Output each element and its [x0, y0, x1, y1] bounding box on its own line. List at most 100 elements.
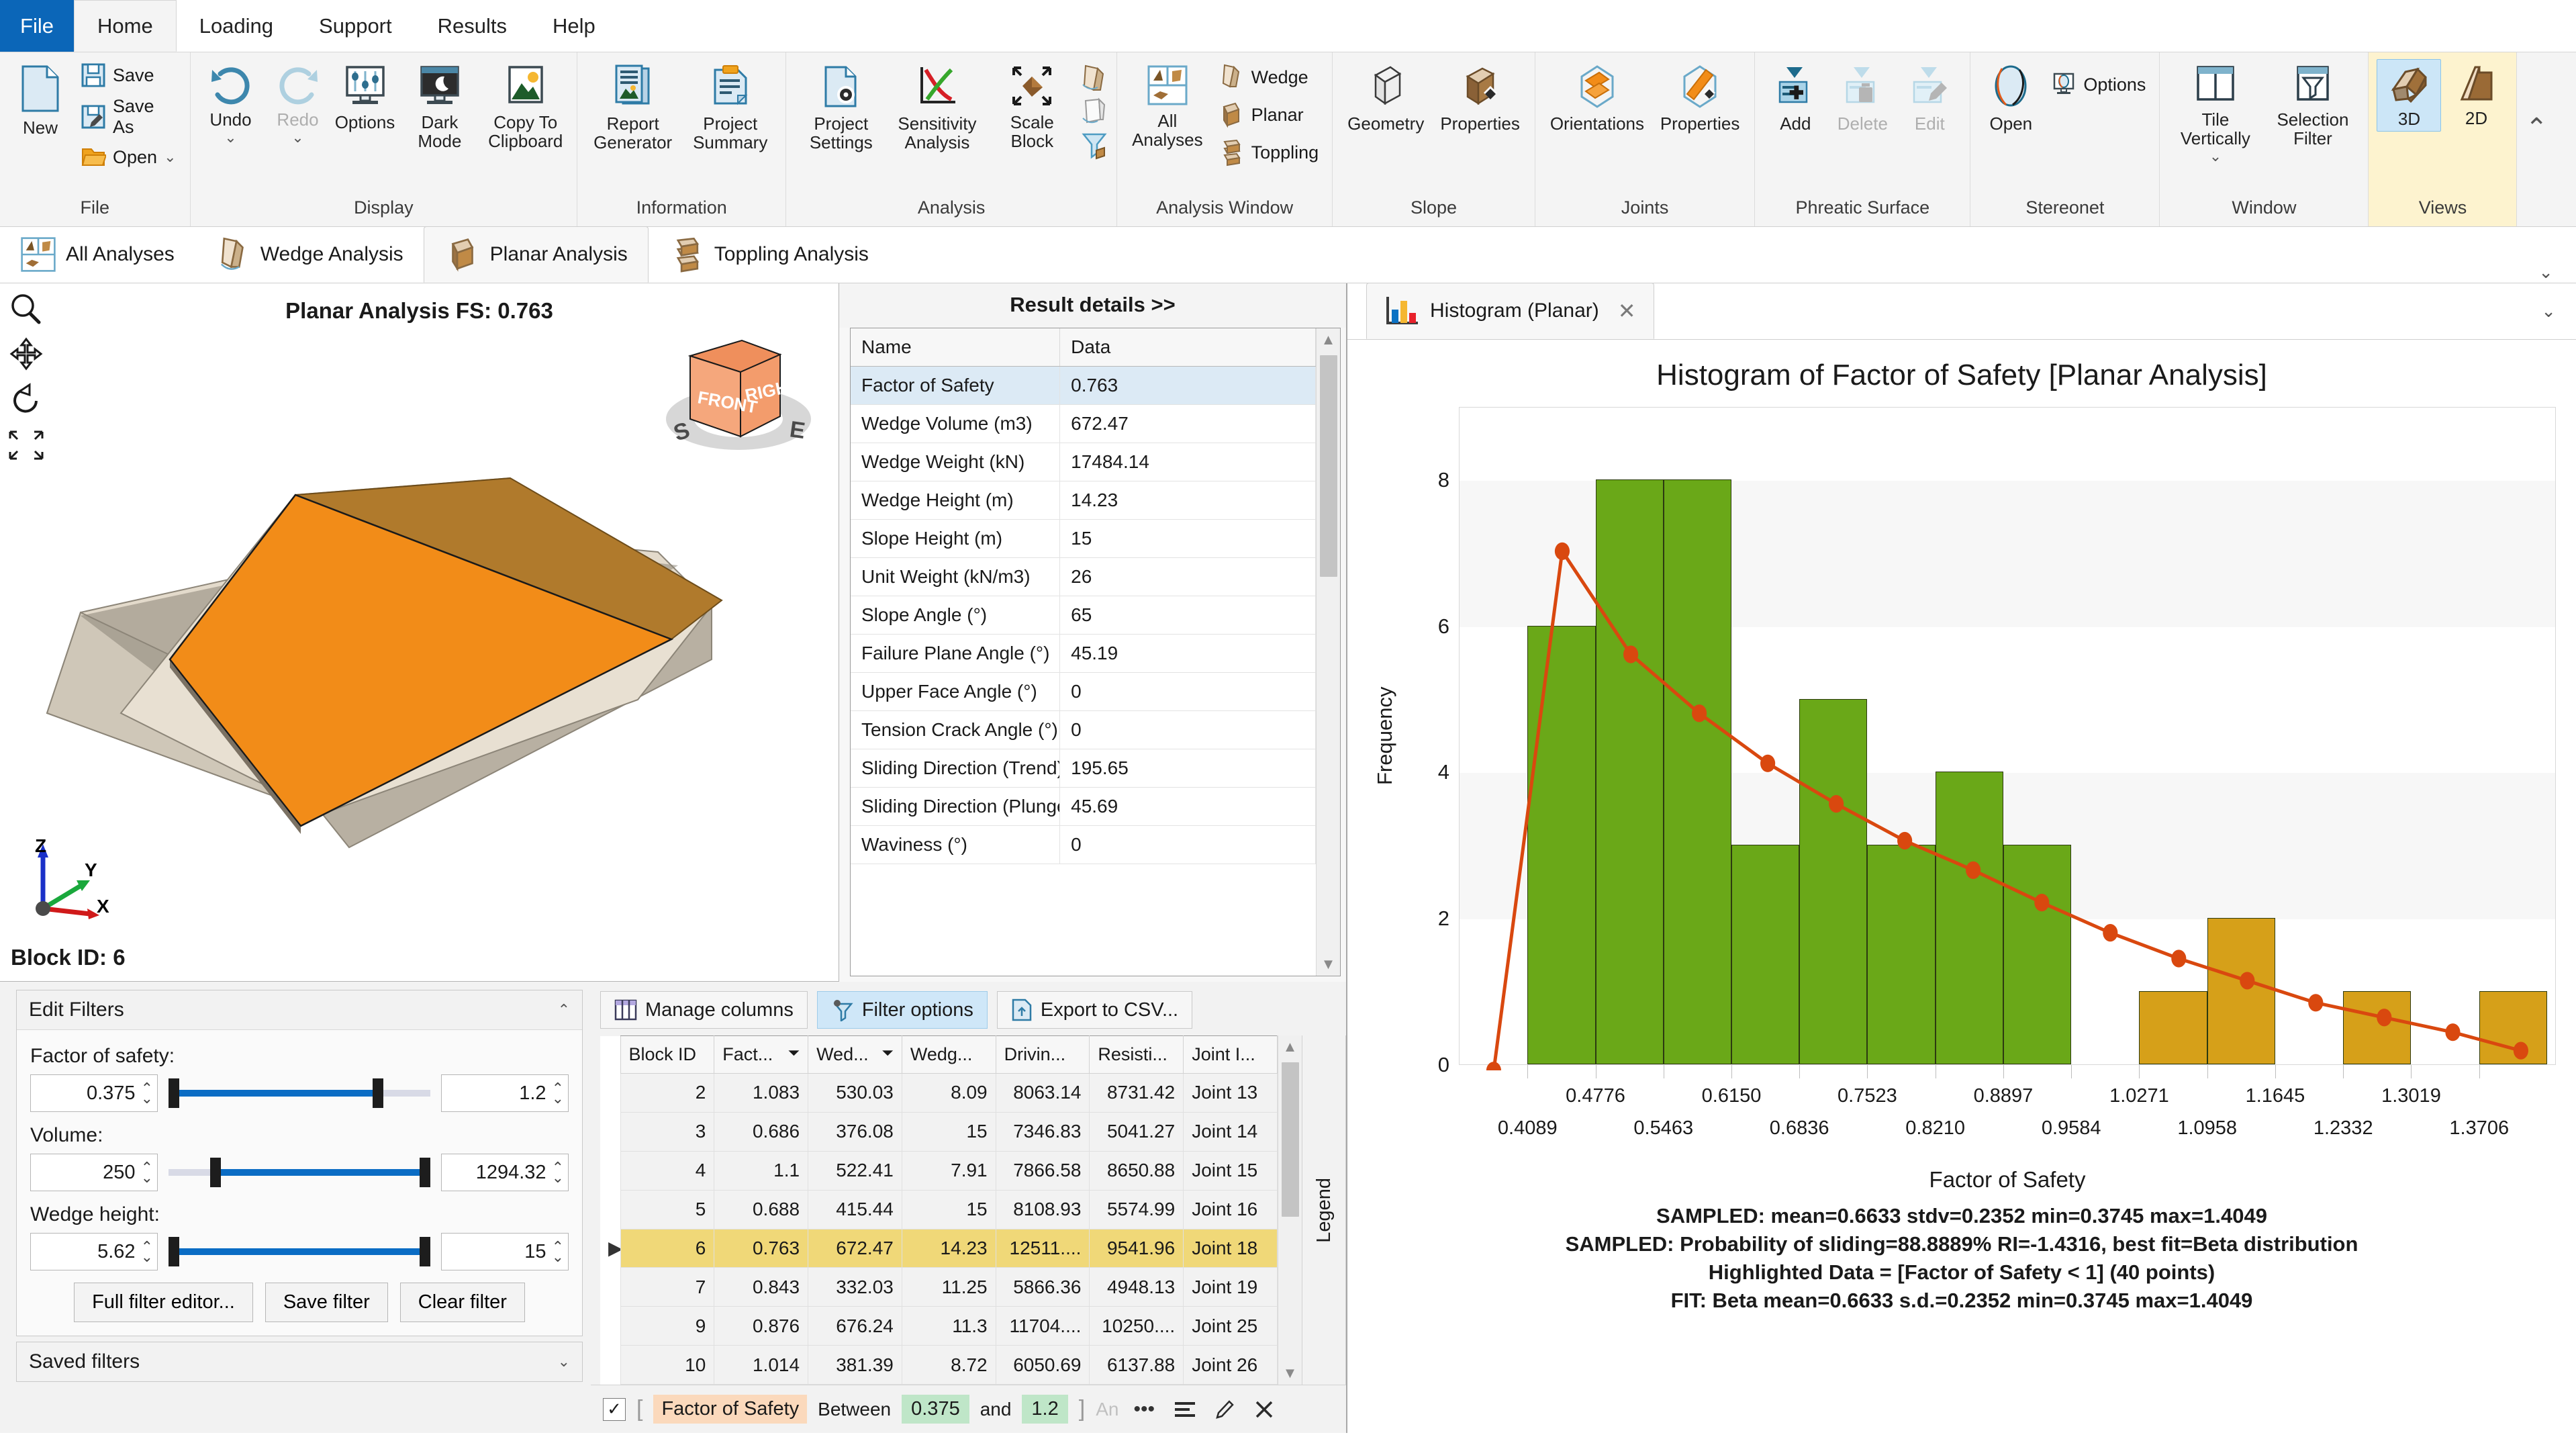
scroll-down-icon[interactable]: ▼ [1283, 1364, 1298, 1382]
save-as-button[interactable]: Save As [75, 93, 182, 141]
spinner-arrows-icon[interactable]: ⌃ ⌄ [136, 1160, 153, 1185]
chevron-up-icon[interactable]: ⌃ [558, 1001, 570, 1019]
close-icon[interactable]: ✕ [1618, 298, 1636, 324]
column-header[interactable]: Wedg... [901, 1035, 996, 1074]
slope-geometry-button[interactable]: Geometry [1341, 59, 1431, 136]
scale-block-button[interactable]: Scale Block [987, 59, 1078, 153]
slider-knob-min[interactable] [168, 1237, 179, 1266]
result-row[interactable]: Sliding Direction (Plunge) 45.69 [851, 787, 1316, 826]
scroll-down-icon[interactable]: ▼ [1321, 956, 1336, 973]
plot-canvas[interactable] [1459, 407, 2556, 1071]
spinner-arrows-icon[interactable]: ⌃ ⌄ [136, 1239, 153, 1264]
table-row[interactable]: 2 1.083 530.03 8.09 8063.14 8731.42 Joint 13 [600, 1073, 1278, 1113]
filter-enabled-checkbox[interactable]: ✓ [603, 1397, 626, 1421]
spinner-arrows-icon[interactable]: ⌃ ⌄ [546, 1080, 564, 1105]
redo-button[interactable]: Redo ⌄ [266, 59, 330, 149]
spinner-arrows-icon[interactable]: ⌃ ⌄ [546, 1160, 564, 1185]
tab-wedge-analysis[interactable]: Wedge Analysis [195, 226, 424, 283]
filter-max-input[interactable]: 15 ⌃ ⌄ [441, 1233, 569, 1270]
slider-knob-min[interactable] [210, 1158, 222, 1187]
result-row[interactable]: Sliding Direction (Trend) 195.65 [851, 749, 1316, 788]
filter-range-slider[interactable] [168, 1233, 431, 1270]
open-stereonet-button[interactable]: Open [1978, 59, 2043, 136]
result-row[interactable]: Wedge Height (m) 14.23 [851, 481, 1316, 520]
table-row[interactable]: 5 0.688 415.44 15 8108.93 5574.99 Joint 16 [600, 1189, 1278, 1230]
slider-knob-min[interactable] [168, 1078, 179, 1108]
filter-max-input[interactable]: 1.2 ⌃ ⌄ [441, 1074, 569, 1112]
table-row[interactable]: 9 0.876 676.24 11.3 11704.... 10250.... Joint … [600, 1306, 1278, 1346]
result-row[interactable]: Upper Face Angle (°) 0 [851, 672, 1316, 711]
column-header[interactable]: Fact... ⏷ [714, 1035, 809, 1074]
column-header[interactable]: Resisti... [1089, 1035, 1184, 1074]
toppling-analysis-button[interactable]: Toppling [1212, 134, 1325, 171]
save-button[interactable]: Save [75, 59, 182, 91]
column-header[interactable]: Joint I... [1183, 1035, 1278, 1074]
saved-filters-panel[interactable]: Saved filters ⌄ [16, 1342, 583, 1382]
compute-wedge-icon[interactable] [1080, 63, 1108, 95]
view-3d-button[interactable]: 3D [2377, 59, 2442, 132]
chevron-down-icon[interactable]: ⌄ [2209, 148, 2222, 165]
save-filter-button[interactable]: Save filter [265, 1283, 388, 1322]
slider-knob-max[interactable] [420, 1237, 431, 1266]
edit-phreatic-button[interactable]: Edit [1897, 59, 1962, 136]
filter-min-input[interactable]: 0.375 ⌃ ⌄ [30, 1074, 158, 1112]
delete-phreatic-button[interactable]: Delete [1830, 59, 1895, 136]
clear-filter-button[interactable]: Clear filter [399, 1283, 525, 1322]
viewport-3d[interactable]: Planar Analysis FS: 0.763 S E FRONT RIGH… [0, 283, 839, 982]
column-header[interactable]: Block ID [620, 1035, 715, 1074]
full-filter-editor-button[interactable]: Full filter editor... [74, 1283, 253, 1322]
saved-filters-header[interactable]: Saved filters ⌄ [17, 1342, 582, 1381]
table-row[interactable]: ▶ 6 0.763 672.47 14.23 12511.... 9541.96 Joint … [600, 1228, 1278, 1268]
filter-min-input[interactable]: 5.62 ⌃ ⌄ [30, 1233, 158, 1270]
project-summary-button[interactable]: Project Summary [683, 59, 777, 154]
export-to-csv-button[interactable]: Export to CSV... [996, 991, 1193, 1029]
slider-knob-max[interactable] [420, 1158, 431, 1187]
chart-tabs-caret-icon[interactable]: ⌄ [2541, 301, 2556, 322]
filter-options-button[interactable]: Filter options [816, 991, 988, 1029]
tab-toppling-analysis[interactable]: Toppling Analysis [649, 226, 889, 283]
view-2d-button[interactable]: 2D [2444, 59, 2508, 130]
scroll-thumb[interactable] [1319, 355, 1337, 577]
slider-knob-max[interactable] [373, 1078, 383, 1108]
filter-value-high[interactable]: 1.2 [1022, 1395, 1068, 1424]
tab-planar-analysis[interactable]: Planar Analysis [423, 226, 649, 283]
column-header[interactable]: Drivin... [995, 1035, 1090, 1074]
edit-icon[interactable] [1211, 1399, 1239, 1420]
new-button[interactable]: New [8, 59, 73, 140]
result-row[interactable]: Factor of Safety 0.763 [851, 366, 1316, 405]
filter-value-low[interactable]: 0.375 [902, 1395, 969, 1424]
close-icon[interactable] [1250, 1399, 1278, 1420]
result-row[interactable]: Unit Weight (kN/m3) 26 [851, 557, 1316, 596]
legend-sidebar[interactable]: Legend [1302, 1035, 1346, 1385]
tile-vertically-button[interactable]: Tile Vertically ⌄ [2168, 59, 2262, 168]
table-row[interactable]: 4 1.1 522.41 7.91 7866.58 8650.88 Joint 15 [600, 1150, 1278, 1191]
menu-item-help[interactable]: Help [530, 0, 618, 52]
open-button[interactable]: Open ⌄ [75, 142, 182, 172]
scroll-up-icon[interactable]: ▲ [1283, 1038, 1298, 1056]
selection-filter-button[interactable]: Selection Filter [2265, 59, 2360, 150]
menu-file[interactable]: File [0, 0, 74, 52]
undo-button[interactable]: Undo ⌄ [199, 59, 263, 149]
collapse-ribbon-icon[interactable]: ⌃ [2525, 113, 2548, 144]
scroll-up-icon[interactable]: ▲ [1321, 331, 1336, 349]
filter-range-slider[interactable] [169, 1154, 431, 1191]
chevron-down-icon[interactable]: ⌄ [558, 1353, 570, 1371]
spinner-arrows-icon[interactable]: ⌃ ⌄ [136, 1080, 153, 1105]
stereonet-options-button[interactable]: Options [2046, 68, 2151, 101]
menu-item-home[interactable]: Home [74, 0, 177, 52]
column-filter-icon[interactable]: ⏷ [881, 1044, 894, 1062]
manage-columns-button[interactable]: Manage columns [600, 991, 808, 1029]
sensitivity-analysis-button[interactable]: Sensitivity Analysis [890, 59, 984, 154]
menu-item-results[interactable]: Results [415, 0, 530, 52]
table-row[interactable]: 7 0.843 332.03 11.25 5866.36 4948.13 Joint 19 [600, 1267, 1278, 1307]
add-phreatic-button[interactable]: Add [1763, 59, 1827, 136]
filter-max-input[interactable]: 1294.32 ⌃ ⌄ [441, 1154, 569, 1191]
result-row[interactable]: Wedge Volume (m3) 672.47 [851, 404, 1316, 443]
chevron-down-icon[interactable]: ⌄ [291, 129, 303, 146]
edit-filters-header[interactable]: Edit Filters ⌃ [17, 990, 582, 1030]
more-options-icon[interactable]: ••• [1129, 1398, 1159, 1421]
filter-range-slider[interactable] [168, 1074, 430, 1112]
filter-operator[interactable]: Between [818, 1399, 891, 1420]
project-settings-button[interactable]: Project Settings [794, 59, 888, 154]
list-icon[interactable] [1170, 1401, 1200, 1418]
